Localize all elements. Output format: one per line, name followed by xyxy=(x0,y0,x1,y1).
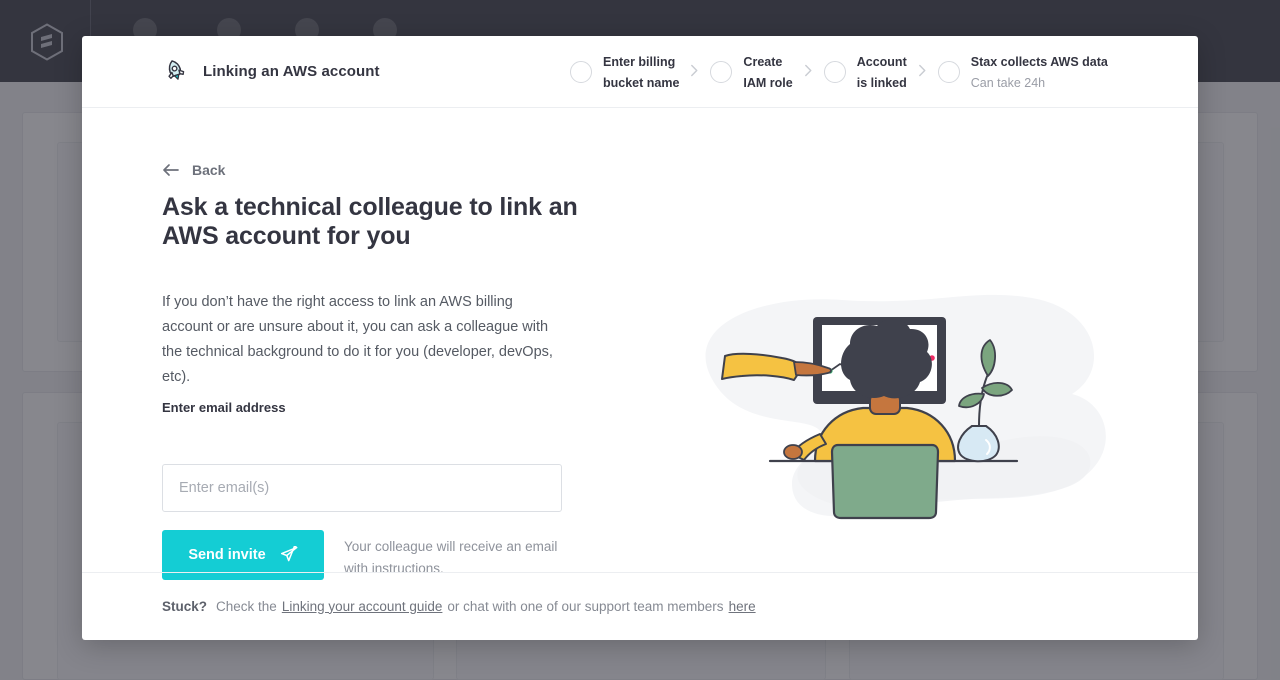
chevron-right-icon xyxy=(690,64,699,80)
modal-footer: Stuck? Check the Linking your account gu… xyxy=(82,572,1198,639)
step-label: Stax collects AWS data xyxy=(970,54,1108,69)
back-button-label: Back xyxy=(192,162,226,178)
modal-body: Back Ask a technical colleague to link a… xyxy=(82,108,1198,580)
step-circle-icon xyxy=(570,61,592,83)
chevron-right-icon xyxy=(804,64,813,80)
step-circle-icon xyxy=(937,61,960,83)
step-circle-icon xyxy=(823,61,846,83)
support-chat-link[interactable]: here xyxy=(729,599,756,614)
linking-guide-link[interactable]: Linking your account guide xyxy=(282,599,443,614)
step-label: Create IAM role xyxy=(743,54,793,90)
step-circle-icon xyxy=(710,61,733,83)
footer-text-before: Check the xyxy=(216,598,277,614)
stax-hexagon-logo xyxy=(30,23,64,61)
person-at-desk-viewing-chart-illustration xyxy=(642,284,1142,554)
footer-text-middle: or chat with one of our support team mem… xyxy=(447,598,724,614)
email-field-label: Enter email address xyxy=(162,400,286,415)
chevron-right-icon xyxy=(918,64,927,80)
modal-title: Linking an AWS account xyxy=(203,63,380,80)
description-text: If you don’t have the right access to li… xyxy=(162,294,553,385)
back-button[interactable]: Back xyxy=(162,162,225,178)
stepper-step-1[interactable]: Enter billing bucket name xyxy=(570,51,679,94)
stepper-step-4[interactable]: Stax collects AWS data Can take 24h xyxy=(937,51,1108,94)
stepper-step-3[interactable]: Account is linked xyxy=(823,51,907,94)
rocket-icon xyxy=(162,58,189,85)
footer-stuck-label: Stuck? xyxy=(162,598,208,614)
step-label: Account is linked xyxy=(856,54,907,90)
step-label: Enter billing bucket name xyxy=(603,54,680,90)
send-invite-label: Send invite xyxy=(188,547,266,563)
email-input[interactable] xyxy=(162,464,562,512)
arrow-left-icon xyxy=(162,163,179,177)
step-sublabel: Can take 24h xyxy=(970,76,1046,90)
send-paper-plane-icon xyxy=(280,544,298,564)
modal-header-brand: Linking an AWS account xyxy=(82,58,380,85)
stepper-step-2[interactable]: Create IAM role xyxy=(710,51,793,94)
progress-stepper: Enter billing bucket name Create IAM rol… xyxy=(570,36,1108,108)
page-title: Ask a technical colleague to link an AWS… xyxy=(162,193,578,251)
modal-header: Linking an AWS account Enter billing buc… xyxy=(82,36,1198,108)
linking-aws-account-modal: Linking an AWS account Enter billing buc… xyxy=(82,36,1198,640)
